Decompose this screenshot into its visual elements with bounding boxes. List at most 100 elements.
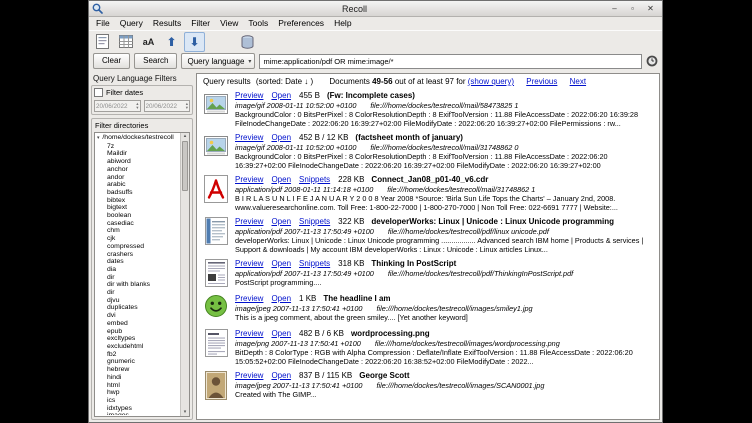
tree-item[interactable]: fb2: [97, 351, 180, 359]
open-link[interactable]: Open: [271, 91, 291, 100]
tree-item[interactable]: compressed: [97, 243, 180, 251]
previous-page-link[interactable]: Previous: [526, 77, 557, 86]
preview-link[interactable]: Preview: [235, 294, 263, 303]
documents-range: 49-56: [372, 77, 392, 86]
open-link[interactable]: Open: [271, 294, 291, 303]
tree-item[interactable]: excludehtml: [97, 343, 180, 351]
spinner-arrows-icon[interactable]: [136, 102, 138, 110]
tree-item[interactable]: hwp: [97, 389, 180, 397]
tree-item[interactable]: hindi: [97, 374, 180, 382]
scroll-down-icon[interactable]: [181, 409, 189, 416]
tree-item[interactable]: chm: [97, 227, 180, 235]
chevron-down-icon[interactable]: ▾: [97, 135, 100, 141]
preview-link[interactable]: Preview: [235, 175, 263, 184]
tree-item[interactable]: 7z: [97, 143, 180, 151]
tree-item[interactable]: hebrew: [97, 366, 180, 374]
directory-tree[interactable]: ▾ /home/dockes/testrecoll 7zMaildirabiwo…: [94, 132, 190, 417]
clear-button[interactable]: Clear: [93, 53, 130, 69]
tree-item[interactable]: dir: [97, 289, 180, 297]
preview-link[interactable]: Preview: [235, 91, 263, 100]
results-title: Query results: [203, 77, 251, 86]
tree-item[interactable]: crashers: [97, 251, 180, 259]
tree-item[interactable]: dates: [97, 258, 180, 266]
maximize-button[interactable]: ▫: [624, 2, 641, 16]
tree-item[interactable]: djvu: [97, 297, 180, 305]
sort-oldest-first-icon[interactable]: ⬆: [161, 32, 182, 52]
preview-link[interactable]: Preview: [235, 217, 263, 226]
tree-item[interactable]: images: [97, 412, 180, 415]
sort-newest-first-icon[interactable]: ⬇: [184, 32, 205, 52]
tree-item[interactable]: dir with blanks: [97, 281, 180, 289]
tree-item[interactable]: duplicates: [97, 304, 180, 312]
index-status-icon[interactable]: [237, 32, 258, 52]
tree-item[interactable]: Maildir: [97, 150, 180, 158]
tree-item[interactable]: idxtypes: [97, 405, 180, 413]
date-from-spinbox[interactable]: 20/06/2022: [94, 100, 141, 112]
menu-preferences[interactable]: Preferences: [273, 17, 329, 30]
date-to-spinbox[interactable]: 20/06/2022: [144, 100, 191, 112]
menu-query[interactable]: Query: [115, 17, 148, 30]
term-explorer-icon[interactable]: aA: [138, 32, 159, 52]
scrollbar-thumb[interactable]: [182, 141, 188, 191]
result-item: PreviewOpenSnippets322 KBdeveloperWorks:…: [203, 217, 653, 254]
tree-scrollbar[interactable]: [180, 133, 189, 416]
tree-item[interactable]: excltypes: [97, 335, 180, 343]
menu-results[interactable]: Results: [148, 17, 186, 30]
result-meta-line: image/png 2007-11-13 17:50:41 +0100file:…: [235, 339, 653, 348]
next-page-link[interactable]: Next: [570, 77, 586, 86]
preview-link[interactable]: Preview: [235, 329, 263, 338]
results-table-icon[interactable]: [115, 32, 136, 52]
tree-item[interactable]: gnumeric: [97, 358, 180, 366]
tree-item[interactable]: html: [97, 382, 180, 390]
open-link[interactable]: Open: [271, 133, 291, 142]
menu-filter[interactable]: Filter: [186, 17, 215, 30]
pdf-icon: [203, 175, 229, 205]
preview-link[interactable]: Preview: [235, 371, 263, 380]
tree-item[interactable]: badsuffs: [97, 189, 180, 197]
menu-view[interactable]: View: [215, 17, 243, 30]
open-link[interactable]: Open: [271, 217, 291, 226]
new-search-icon[interactable]: [92, 32, 113, 52]
tree-item[interactable]: embed: [97, 320, 180, 328]
show-query-link[interactable]: (show query): [468, 77, 514, 86]
menu-tools[interactable]: Tools: [243, 17, 273, 30]
tree-root-item[interactable]: ▾ /home/dockes/testrecoll: [97, 134, 180, 143]
tree-item[interactable]: bigtext: [97, 204, 180, 212]
tree-item[interactable]: dia: [97, 266, 180, 274]
search-mode-select[interactable]: Query language ▾: [181, 53, 255, 69]
scroll-up-icon[interactable]: [181, 133, 189, 140]
preview-link[interactable]: Preview: [235, 259, 263, 268]
close-button[interactable]: ✕: [642, 2, 659, 16]
open-link[interactable]: Open: [271, 329, 291, 338]
search-history-icon[interactable]: [646, 55, 658, 67]
tree-item[interactable]: boolean: [97, 212, 180, 220]
search-button[interactable]: Search: [134, 53, 177, 69]
preview-link[interactable]: Preview: [235, 133, 263, 142]
tree-item[interactable]: dvi: [97, 312, 180, 320]
open-link[interactable]: Open: [271, 259, 291, 268]
tree-item[interactable]: casediac: [97, 220, 180, 228]
menu-help[interactable]: Help: [329, 17, 356, 30]
filter-dates-checkbox[interactable]: [94, 88, 103, 97]
result-mime-date: application/pdf 2007-11-13 17:50:49 +010…: [235, 227, 374, 236]
tree-item[interactable]: dir: [97, 274, 180, 282]
tree-item[interactable]: epub: [97, 328, 180, 336]
tree-item[interactable]: cjk: [97, 235, 180, 243]
query-input[interactable]: [259, 54, 642, 69]
title-bar[interactable]: Recoll – ▫ ✕: [89, 1, 662, 17]
tree-item[interactable]: bibtex: [97, 197, 180, 205]
tree-item[interactable]: andor: [97, 174, 180, 182]
snippets-link[interactable]: Snippets: [299, 217, 330, 226]
open-link[interactable]: Open: [271, 175, 291, 184]
tree-item[interactable]: ics: [97, 397, 180, 405]
minimize-button[interactable]: –: [606, 2, 623, 16]
snippets-link[interactable]: Snippets: [299, 259, 330, 268]
open-link[interactable]: Open: [271, 371, 291, 380]
result-item: PreviewOpen1 KBThe headline I amimage/jp…: [203, 294, 653, 324]
snippets-link[interactable]: Snippets: [299, 175, 330, 184]
spinner-arrows-icon[interactable]: [186, 102, 188, 110]
menu-file[interactable]: File: [91, 17, 115, 30]
tree-item[interactable]: anchor: [97, 166, 180, 174]
tree-item[interactable]: abiword: [97, 158, 180, 166]
tree-item[interactable]: arabic: [97, 181, 180, 189]
